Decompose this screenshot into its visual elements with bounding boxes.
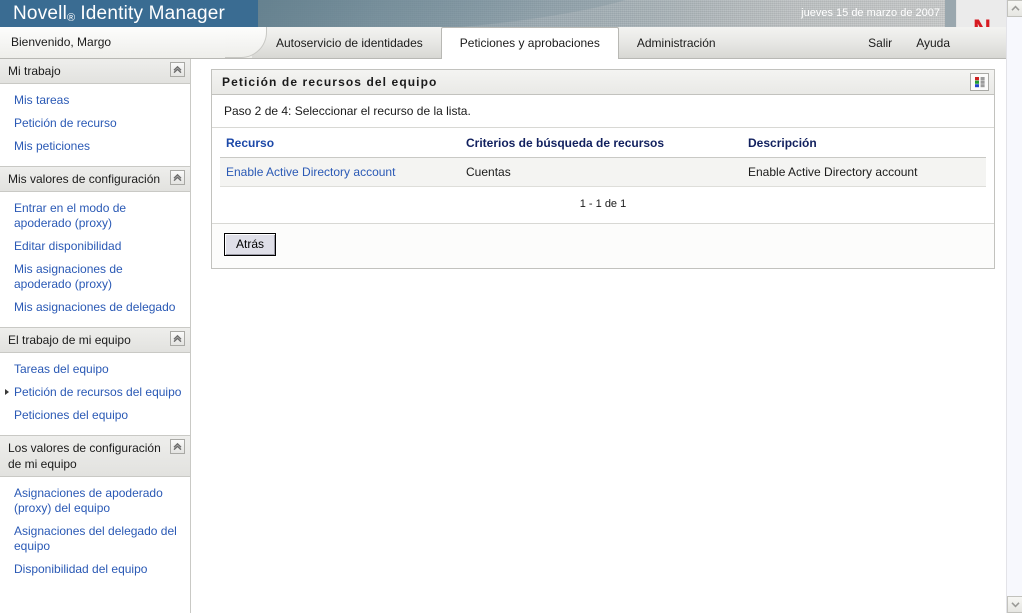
- sidebar-section-body-my-settings: Entrar en el modo de apoderado (proxy) E…: [0, 192, 190, 327]
- sidebar-section-title: El trabajo de mi equipo: [8, 333, 131, 347]
- sidebar-item-team-tasks[interactable]: Tareas del equipo: [0, 358, 190, 381]
- sidebar-item-team-resource-request[interactable]: Petición de recursos del equipo: [0, 381, 190, 404]
- sidebar-item-team-availability[interactable]: Disponibilidad del equipo: [0, 558, 190, 581]
- cell-search-criteria: Cuentas: [460, 158, 742, 187]
- chevron-up-icon[interactable]: [1007, 0, 1022, 17]
- sidebar-section-body-my-work: Mis tareas Petición de recurso Mis petic…: [0, 84, 190, 166]
- sidebar-item-resource-request[interactable]: Petición de recurso: [0, 112, 190, 135]
- suite-name: Identity Manager: [80, 3, 225, 24]
- main-content: Petición de recursos del equipo Paso 2 d…: [192, 59, 1006, 613]
- utility-links: Salir Ayuda: [868, 27, 950, 58]
- column-header-resource[interactable]: Recurso: [220, 128, 460, 158]
- current-date: jueves 15 de marzo de 2007: [801, 0, 940, 27]
- product-title: Novell® Identity Manager: [13, 1, 225, 27]
- welcome-message: Bienvenido, Margo: [11, 27, 111, 58]
- sidebar-item-my-delegate-assignments[interactable]: Mis asignaciones de delegado: [0, 296, 190, 319]
- panel-footer: Atrás: [212, 224, 994, 268]
- chevron-double-up-icon[interactable]: [170, 170, 185, 185]
- navigation-sidebar: Mi trabajo Mis tareas Petición de recurs…: [0, 59, 191, 613]
- column-header-search-criteria: Criterios de búsqueda de recursos: [460, 128, 742, 158]
- sidebar-item-team-requests[interactable]: Peticiones del equipo: [0, 404, 190, 427]
- main-tabstrip: Bienvenido, Margo Autoservicio de identi…: [0, 27, 1006, 59]
- column-header-description: Descripción: [742, 128, 986, 158]
- sidebar-section-header-my-work: Mi trabajo: [0, 59, 190, 84]
- sidebar-item-team-proxy-assignments[interactable]: Asignaciones de apoderado (proxy) del eq…: [0, 482, 190, 520]
- panel-title-bar: Petición de recursos del equipo: [212, 70, 994, 95]
- current-page-marker-icon: [5, 389, 9, 395]
- sidebar-item-my-tasks[interactable]: Mis tareas: [0, 89, 190, 112]
- resource-table-wrapper: Recurso Criterios de búsqueda de recurso…: [212, 128, 994, 187]
- sidebar-section-header-my-settings: Mis valores de configuración: [0, 166, 190, 192]
- panel-title: Petición de recursos del equipo: [222, 75, 437, 89]
- sidebar-item-edit-availability[interactable]: Editar disponibilidad: [0, 235, 190, 258]
- tab-identity-self-service[interactable]: Autoservicio de identidades: [258, 28, 441, 59]
- tab-list: Autoservicio de identidades Peticiones y…: [258, 27, 734, 59]
- sidebar-item-my-requests[interactable]: Mis peticiones: [0, 135, 190, 158]
- chevron-double-up-icon[interactable]: [170, 439, 185, 454]
- resource-table: Recurso Criterios de búsqueda de recurso…: [220, 128, 986, 187]
- sidebar-item-enter-proxy-mode[interactable]: Entrar en el modo de apoderado (proxy): [0, 197, 190, 235]
- sidebar-section-title: Los valores de configuración de mi equip…: [8, 441, 161, 471]
- pagination-status: 1 - 1 de 1: [212, 187, 994, 224]
- sidebar-section-header-my-team-settings: Los valores de configuración de mi equip…: [0, 435, 190, 477]
- sidebar-section-title: Mi trabajo: [8, 64, 61, 78]
- chevron-double-up-icon[interactable]: [170, 62, 185, 77]
- tab-requests-and-approvals[interactable]: Peticiones y aprobaciones: [441, 27, 619, 59]
- sidebar-section-body-my-team-work: Tareas del equipo Petición de recursos d…: [0, 353, 190, 435]
- sidebar-section-body-my-team-settings: Asignaciones de apoderado (proxy) del eq…: [0, 477, 190, 589]
- registered-mark-icon: ®: [67, 12, 75, 24]
- product-banner: Novell® Identity Manager jueves 15 de mar…: [0, 0, 1006, 27]
- help-link[interactable]: Ayuda: [916, 36, 950, 50]
- table-header-row: Recurso Criterios de búsqueda de recurso…: [220, 128, 986, 158]
- sidebar-section-header-my-team-work: El trabajo de mi equipo: [0, 327, 190, 353]
- table-row: Enable Active Directory account Cuentas …: [220, 158, 986, 187]
- tab-administration[interactable]: Administración: [619, 28, 734, 59]
- step-instruction: Paso 2 de 4: Seleccionar el recurso de l…: [212, 95, 994, 128]
- cell-resource: Enable Active Directory account: [220, 158, 460, 187]
- product-name: Novell: [13, 3, 67, 24]
- chevron-double-up-icon[interactable]: [170, 331, 185, 346]
- logout-link[interactable]: Salir: [868, 36, 892, 50]
- sidebar-item-team-delegate-assignments[interactable]: Asignaciones del delegado del equipo: [0, 520, 190, 558]
- sidebar-section-title: Mis valores de configuración: [8, 172, 160, 186]
- sidebar-item-my-proxy-assignments[interactable]: Mis asignaciones de apoderado (proxy): [0, 258, 190, 296]
- app-window: Novell® Identity Manager jueves 15 de mar…: [0, 0, 1022, 613]
- back-button[interactable]: Atrás: [224, 233, 276, 256]
- page-scrollbar[interactable]: [1006, 0, 1022, 613]
- grid-view-icon[interactable]: [970, 73, 989, 91]
- cell-description: Enable Active Directory account: [742, 158, 986, 187]
- resource-link[interactable]: Enable Active Directory account: [226, 165, 395, 179]
- chevron-down-icon[interactable]: [1007, 596, 1022, 613]
- team-resource-request-panel: Petición de recursos del equipo Paso 2 d…: [211, 69, 995, 269]
- sidebar-item-label: Petición de recursos del equipo: [14, 385, 181, 399]
